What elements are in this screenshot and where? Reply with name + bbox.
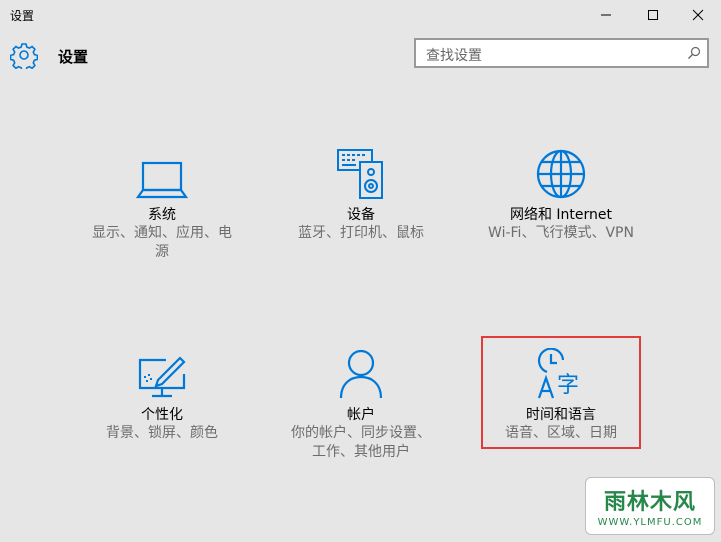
keyboard-speaker-icon: [337, 149, 383, 199]
clock-language-icon: 字: [537, 348, 579, 399]
search-input[interactable]: 查找设置: [414, 38, 709, 68]
tile-devices-name: 设备: [347, 207, 375, 223]
tile-time-language-desc: 语音、区域、日期: [505, 425, 617, 441]
tile-accounts-desc-1: 你的帐户、同步设置、: [291, 425, 431, 441]
tile-time-language-name: 时间和语言: [526, 407, 596, 423]
person-icon: [339, 349, 383, 399]
tile-accounts-name: 帐户: [347, 407, 375, 423]
search-icon[interactable]: [687, 46, 701, 60]
tile-system-name: 系统: [148, 207, 176, 223]
tile-accounts-desc-2: 工作、其他用户: [312, 444, 410, 460]
tile-time-language[interactable]: 字 时间和语言 语音、区域、日期: [476, 338, 646, 443]
watermark-sub-text: WWW.YLMFU.COM: [597, 517, 703, 528]
globe-icon: [536, 149, 586, 199]
title-bar: 设置: [0, 0, 721, 30]
tile-network[interactable]: 网络和 Internet Wi-Fi、飞行模式、VPN: [476, 138, 646, 243]
close-icon: [692, 9, 704, 21]
tile-personalization-name: 个性化: [141, 407, 183, 423]
close-button[interactable]: [675, 0, 721, 30]
gear-icon: [10, 43, 38, 69]
tile-network-name: 网络和 Internet: [509, 207, 613, 223]
svg-text:字: 字: [557, 373, 579, 398]
tile-personalization-desc: 背景、锁屏、颜色: [106, 425, 218, 441]
tile-network-desc: Wi-Fi、飞行模式、VPN: [488, 225, 634, 241]
tile-accounts[interactable]: 帐户 你的帐户、同步设置、 工作、其他用户: [276, 338, 446, 462]
tile-devices[interactable]: 设备 蓝牙、打印机、鼠标: [276, 138, 446, 243]
tile-personalization[interactable]: 个性化 背景、锁屏、颜色: [77, 338, 247, 443]
tile-system-desc-2: 源: [155, 244, 169, 260]
window-title: 设置: [10, 9, 35, 23]
tile-devices-desc: 蓝牙、打印机、鼠标: [298, 225, 424, 241]
page-title: 设置: [58, 48, 89, 66]
maximize-button[interactable]: [630, 0, 676, 30]
minimize-icon: [601, 14, 611, 16]
watermark-main-text: 雨林木风: [603, 490, 696, 515]
tile-system-desc-1: 显示、通知、应用、电: [92, 225, 232, 241]
maximize-icon: [648, 10, 658, 20]
settings-header: 设置 查找设置: [0, 38, 721, 74]
watermark-logo: 雨林木风 WWW.YLMFU.COM: [585, 477, 715, 535]
tile-system[interactable]: 系统 显示、通知、应用、电 源: [77, 138, 247, 262]
monitor-pen-icon: [138, 356, 186, 398]
minimize-button[interactable]: [583, 0, 629, 30]
search-placeholder: 查找设置: [426, 48, 482, 64]
laptop-icon: [135, 161, 189, 199]
